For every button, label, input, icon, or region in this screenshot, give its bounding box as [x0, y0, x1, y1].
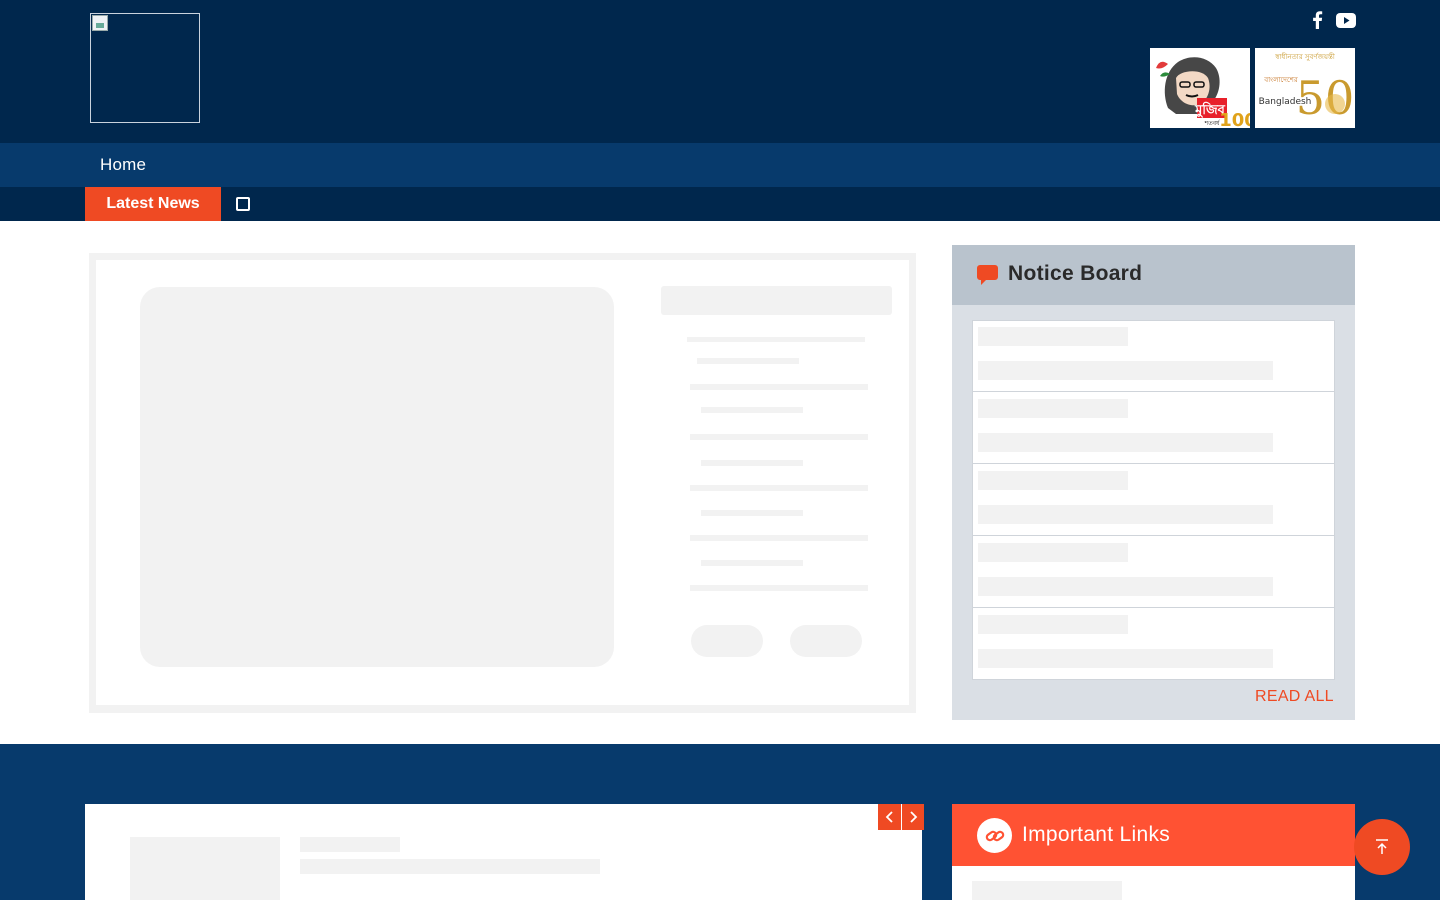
site-header: মুজিব 100 শতবর্ষ স্বাধীনতার সুবর্ণজয়ন্ত…	[0, 0, 1440, 143]
skeleton-line	[697, 358, 799, 364]
notice-board-title: Notice Board	[1008, 262, 1143, 285]
skeleton-line	[690, 485, 868, 491]
skeleton-line	[701, 407, 803, 413]
ticker-square-icon	[236, 197, 250, 211]
skeleton-title	[661, 286, 892, 315]
bd50-banner-number: 50	[1296, 71, 1355, 125]
skeleton-line	[978, 543, 1128, 562]
skeleton-line	[701, 460, 803, 466]
skeleton-line	[978, 505, 1273, 524]
site-logo[interactable]	[90, 13, 200, 123]
latest-news-label: Latest News	[85, 187, 221, 221]
skeleton-line	[978, 649, 1273, 668]
skeleton-line	[701, 510, 803, 516]
carousel-prev-button[interactable]	[878, 804, 901, 830]
skeleton-line	[300, 859, 600, 874]
news-ticker: Latest News	[0, 187, 1440, 221]
skeleton-line	[687, 337, 865, 342]
comment-icon	[977, 265, 998, 285]
main-nav: Home	[0, 143, 1440, 187]
skeleton-line	[978, 361, 1273, 380]
mujib-100-banner[interactable]: মুজিব 100 শতবর্ষ	[1150, 48, 1250, 128]
skeleton-line	[978, 615, 1128, 634]
skeleton-line	[300, 837, 400, 852]
scroll-to-top-button[interactable]	[1354, 819, 1410, 875]
read-all-link[interactable]: READ ALL	[1255, 688, 1334, 706]
skeleton-line	[978, 399, 1128, 418]
carousel-next-button[interactable]	[901, 804, 924, 830]
bangladesh-50-banner[interactable]: স্বাধীনতার সুবর্ণজয়ন্তী বাংলাদেশের Bang…	[1255, 48, 1355, 128]
youtube-icon[interactable]	[1335, 10, 1357, 30]
skeleton-line	[978, 433, 1273, 452]
skeleton-image	[140, 287, 614, 667]
mujib-banner-subtext: শতবর্ষ	[1204, 120, 1221, 127]
skeleton-line	[690, 535, 868, 541]
skeleton-line	[690, 434, 868, 440]
chevron-left-icon	[885, 811, 893, 823]
broken-image-icon	[92, 15, 108, 31]
facebook-icon[interactable]	[1307, 10, 1327, 30]
important-links-title: Important Links	[1022, 823, 1171, 846]
skeleton-button	[691, 625, 763, 657]
skeleton-image	[130, 837, 280, 900]
skeleton-line	[690, 585, 868, 591]
chevron-right-icon	[910, 811, 918, 823]
skeleton-line	[978, 327, 1128, 346]
link-icon	[977, 818, 1012, 853]
nav-home-link[interactable]: Home	[100, 155, 146, 175]
skeleton-line	[701, 560, 803, 566]
bd50-banner-title: স্বাধীনতার সুবর্ণজয়ন্তী	[1274, 52, 1336, 61]
skeleton-line	[690, 384, 868, 390]
mujib-banner-number: 100	[1219, 110, 1250, 128]
skeleton-line	[978, 577, 1273, 596]
skeleton-button	[790, 625, 862, 657]
skeleton-line	[972, 881, 1122, 900]
arrow-up-icon	[1376, 839, 1388, 854]
skeleton-line	[978, 471, 1128, 490]
bd50-banner-subtitle: বাংলাদেশের	[1263, 76, 1298, 84]
